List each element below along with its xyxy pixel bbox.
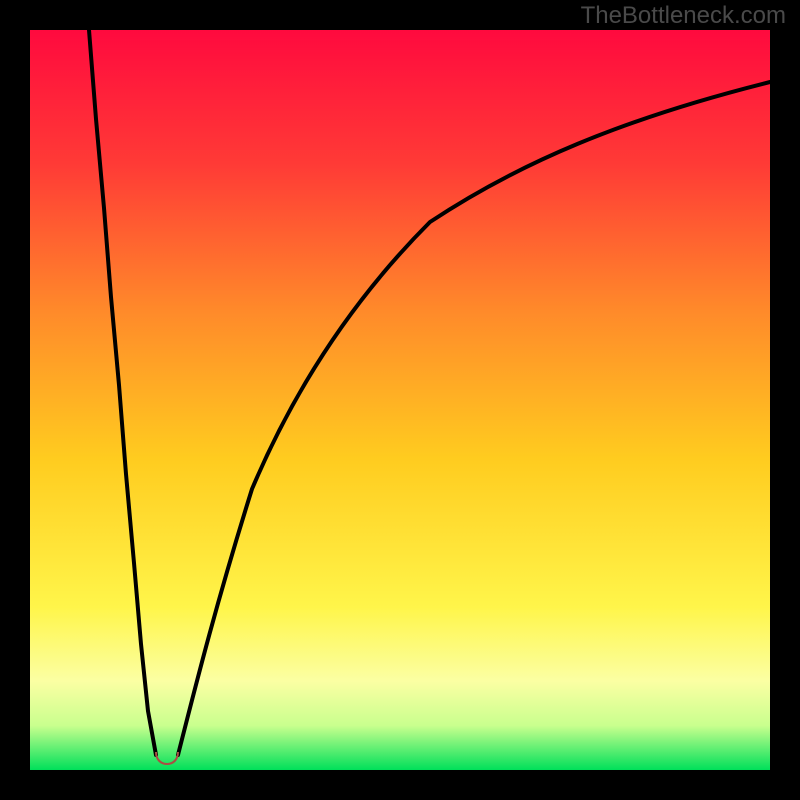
chart-stage: TheBottleneck.com — [0, 0, 800, 800]
chart-svg — [0, 0, 800, 800]
watermark-text: TheBottleneck.com — [581, 2, 786, 30]
